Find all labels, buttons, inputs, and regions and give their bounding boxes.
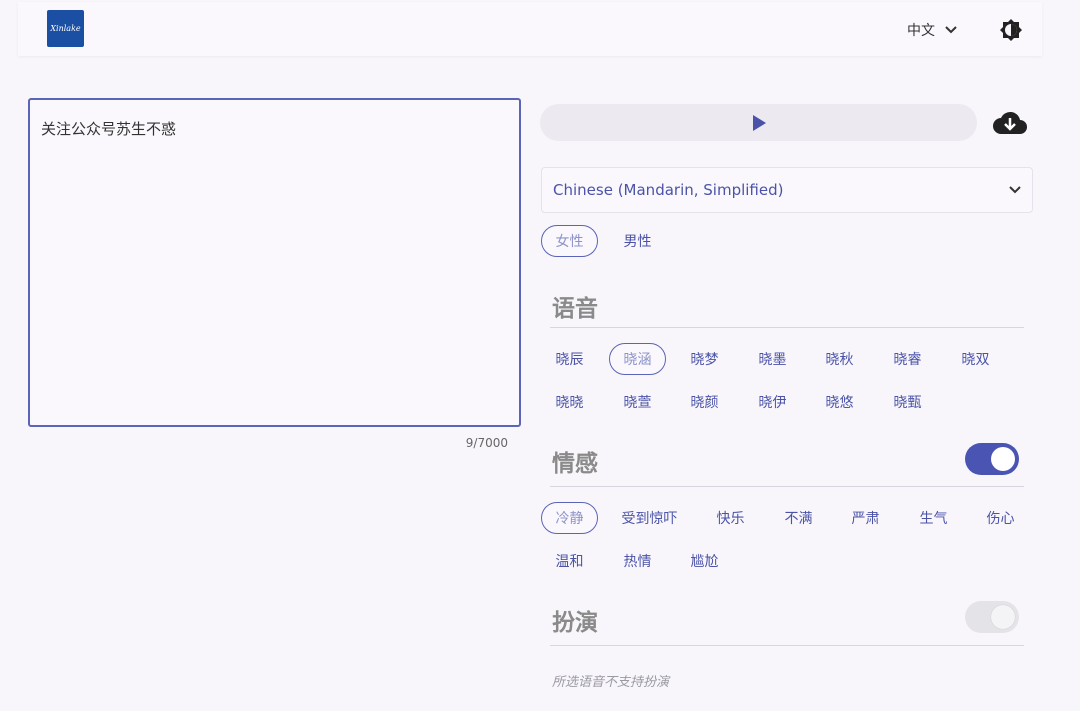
play-icon — [752, 114, 766, 131]
text-input[interactable] — [28, 98, 521, 427]
emotion-chip[interactable]: 尴尬 — [676, 545, 733, 577]
roleplay-note: 所选语音不支持扮演 — [552, 675, 670, 690]
emotion-chip[interactable]: 热情 — [609, 545, 666, 577]
emotion-chip[interactable]: 生气 — [905, 502, 962, 534]
emotion-chip[interactable]: 快乐 — [702, 502, 759, 534]
play-button[interactable] — [540, 104, 977, 141]
voice-chip[interactable]: 晓睿 — [879, 343, 936, 375]
chevron-down-icon — [945, 26, 957, 34]
language-select[interactable]: 中文 — [907, 19, 957, 41]
voice-chip[interactable]: 晓伊 — [744, 386, 801, 418]
voice-chip[interactable]: 晓甄 — [879, 386, 936, 418]
roleplay-divider — [550, 645, 1024, 646]
voice-chip[interactable]: 晓双 — [947, 343, 1004, 375]
app-logo[interactable]: Xinlake — [47, 10, 84, 47]
voice-chip[interactable]: 晓晓 — [541, 386, 598, 418]
emotion-section-title: 情感 — [552, 451, 598, 477]
gender-chip-male[interactable]: 男性 — [609, 225, 666, 257]
emotion-chip[interactable]: 受到惊吓 — [609, 502, 690, 534]
emotion-chip[interactable]: 不满 — [770, 502, 827, 534]
voice-language-select[interactable]: Chinese (Mandarin, Simplified) — [541, 167, 1033, 213]
voice-chip[interactable]: 晓萱 — [609, 386, 666, 418]
voice-chip[interactable]: 晓颜 — [676, 386, 733, 418]
emotion-toggle[interactable] — [965, 443, 1019, 475]
voice-chip[interactable]: 晓秋 — [811, 343, 868, 375]
chevron-down-icon — [1009, 186, 1021, 194]
voice-chip[interactable]: 晓辰 — [541, 343, 598, 375]
theme-toggle-icon[interactable] — [999, 18, 1023, 42]
gender-chip-female[interactable]: 女性 — [541, 225, 598, 257]
language-label: 中文 — [907, 23, 935, 39]
voice-chip[interactable]: 晓墨 — [744, 343, 801, 375]
toggle-knob — [991, 447, 1015, 471]
voice-chip[interactable]: 晓梦 — [676, 343, 733, 375]
emotion-chip[interactable]: 伤心 — [972, 502, 1029, 534]
voice-language-value: Chinese (Mandarin, Simplified) — [553, 181, 784, 199]
voice-divider — [550, 327, 1024, 328]
cloud-download-icon[interactable] — [993, 110, 1027, 136]
char-counter: 9/7000 — [465, 436, 508, 450]
emotion-chip[interactable]: 严肃 — [837, 502, 894, 534]
app-header: Xinlake 中文 — [18, 2, 1042, 56]
roleplay-toggle[interactable] — [965, 601, 1019, 633]
voice-section-title: 语音 — [552, 296, 598, 322]
emotion-chip[interactable]: 冷静 — [541, 502, 598, 534]
voice-chip[interactable]: 晓悠 — [811, 386, 868, 418]
roleplay-section-title: 扮演 — [552, 610, 598, 636]
voice-chip[interactable]: 晓涵 — [609, 343, 666, 375]
emotion-divider — [550, 486, 1024, 487]
toggle-knob — [991, 605, 1015, 629]
emotion-chip[interactable]: 温和 — [541, 545, 598, 577]
